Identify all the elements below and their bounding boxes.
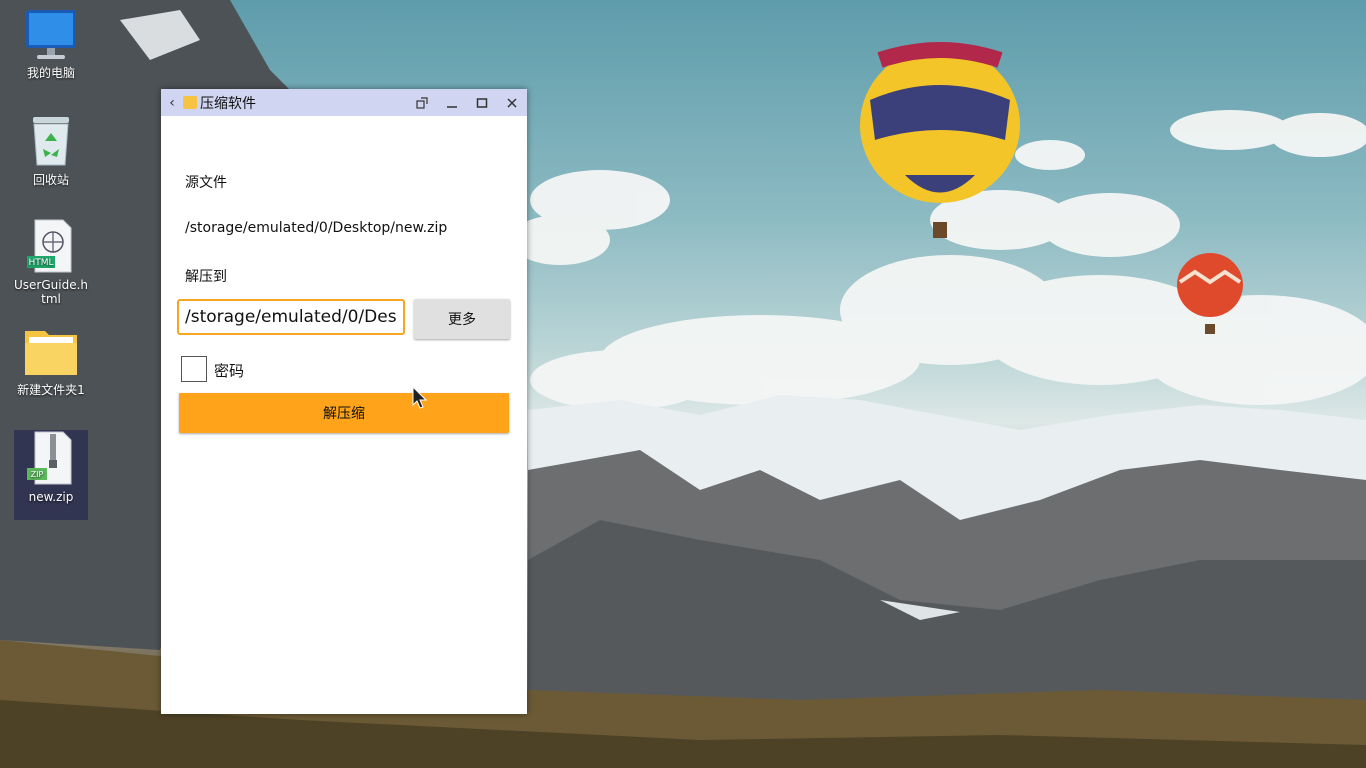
desktop-icon-label: 新建文件夹1: [17, 383, 85, 397]
html-badge: HTML: [28, 258, 53, 268]
desktop-icon-new-folder[interactable]: 新建文件夹1: [14, 325, 88, 397]
more-button[interactable]: 更多: [414, 299, 510, 339]
close-icon[interactable]: [497, 89, 527, 116]
desktop-icon-label: new.zip: [28, 490, 74, 504]
zip-badge: ZIP: [31, 470, 44, 479]
maximize-icon[interactable]: [467, 89, 497, 116]
zip-file-icon: ZIP: [27, 431, 72, 485]
source-path: /storage/emulated/0/Desktop/new.zip: [185, 220, 448, 236]
mouse-cursor-icon: [412, 386, 428, 409]
computer-icon: [26, 10, 76, 59]
password-label: 密码: [214, 362, 245, 380]
back-icon[interactable]: ‹: [161, 95, 183, 111]
desktop-icon-label: UserGuide.html: [14, 278, 89, 306]
minimize-icon[interactable]: [437, 89, 467, 116]
extract-button[interactable]: 解压缩: [179, 393, 509, 433]
destination-label: 解压到: [185, 269, 227, 285]
window-titlebar[interactable]: ‹ 压缩软件: [161, 89, 527, 116]
destination-input[interactable]: [177, 299, 405, 335]
rotate-icon[interactable]: [407, 89, 437, 116]
compress-app-window: ‹ 压缩软件 源文件 /storage/emulated/0/Desktop/n…: [161, 89, 527, 714]
desktop-icon-userguide[interactable]: HTML UserGuide.html: [14, 218, 88, 306]
password-checkbox[interactable]: [181, 356, 207, 382]
desktop-icon-my-computer[interactable]: 我的电脑: [14, 8, 88, 80]
desktop-icon-new-zip[interactable]: ZIP new.zip: [14, 430, 88, 520]
folder-icon: [25, 331, 77, 375]
window-title: 压缩软件: [200, 95, 256, 112]
source-label: 源文件: [185, 175, 227, 191]
app-icon: [183, 96, 197, 109]
desktop-icon-label: 我的电脑: [26, 66, 75, 80]
recycle-bin-icon: [33, 117, 69, 166]
desktop-icon-recycle-bin[interactable]: 回收站: [14, 113, 88, 187]
desktop-icon-label: 回收站: [32, 173, 69, 187]
html-file-icon: HTML: [27, 219, 72, 273]
